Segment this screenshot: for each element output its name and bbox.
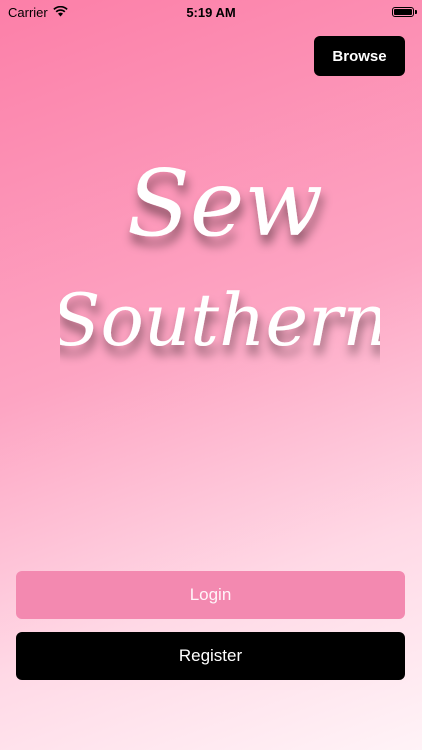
status-bar: Carrier 5:19 AM bbox=[0, 0, 422, 24]
logo-line-1: Sew bbox=[127, 150, 323, 257]
register-button[interactable]: Register bbox=[16, 632, 405, 680]
wifi-icon bbox=[53, 5, 68, 20]
battery-icon bbox=[392, 7, 417, 17]
login-button[interactable]: Login bbox=[16, 571, 405, 619]
browse-button[interactable]: Browse bbox=[314, 36, 405, 76]
status-left: Carrier bbox=[8, 5, 68, 20]
carrier-label: Carrier bbox=[8, 4, 48, 20]
logo-line-2: Southern bbox=[60, 278, 380, 362]
app-logo: Sew Southern bbox=[60, 150, 380, 362]
